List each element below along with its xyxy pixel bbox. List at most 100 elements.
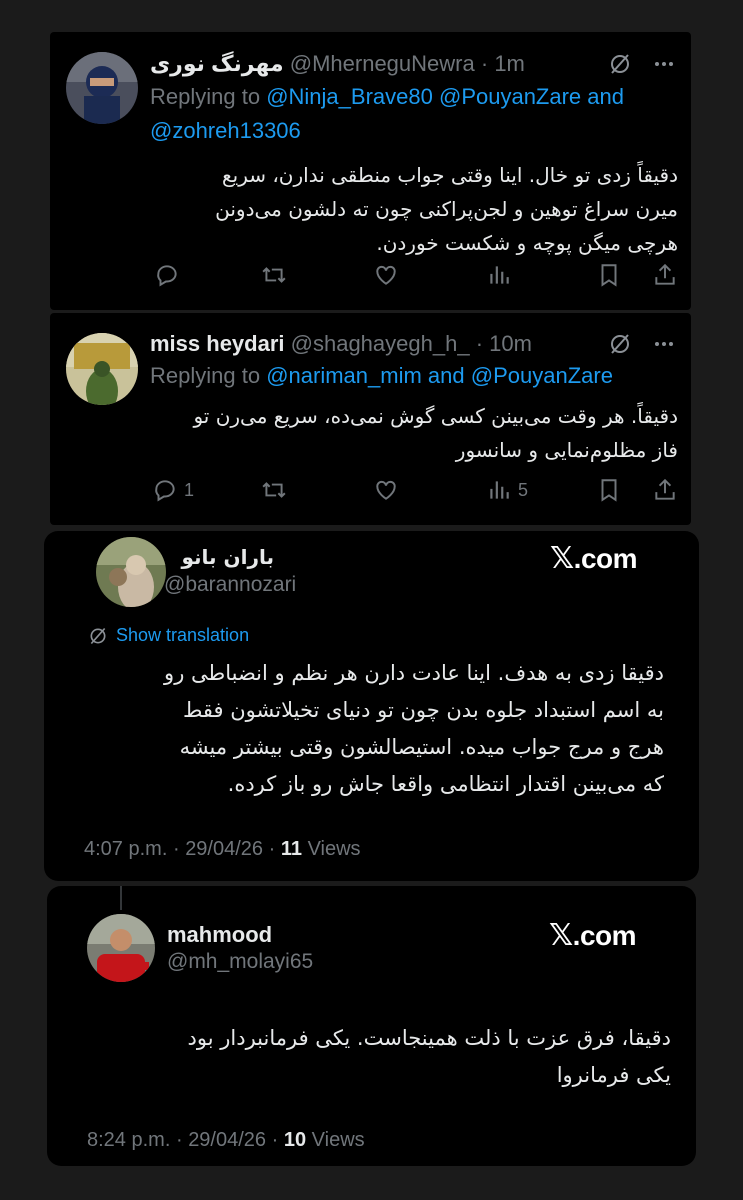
timestamp[interactable]: 1m xyxy=(494,51,525,76)
x-logo-icon: 𝕏 xyxy=(550,541,574,576)
post-time[interactable]: 4:07 p.m. xyxy=(84,838,167,860)
embed-card-1[interactable]: باران بانو @barannozari 𝕏.com Show trans… xyxy=(44,531,699,881)
like-icon xyxy=(376,265,396,285)
avatar[interactable] xyxy=(87,914,155,982)
text-line: یکی فرمانروا xyxy=(556,1063,671,1087)
reply-button[interactable]: 1 xyxy=(152,477,194,503)
mention[interactable]: @nariman_mim xyxy=(266,363,422,388)
handle[interactable]: @barannozari xyxy=(164,573,296,597)
tweet-top-icons xyxy=(608,52,676,81)
views-count: 5 xyxy=(518,479,529,500)
mention[interactable]: @Ninja_Brave80 xyxy=(266,84,433,109)
retweet-button[interactable] xyxy=(260,477,288,503)
separator-dot: · xyxy=(172,838,180,860)
handle[interactable]: @shaghayegh_h_ xyxy=(291,331,470,356)
separator-dot: · xyxy=(268,838,276,860)
more-icon[interactable] xyxy=(652,332,676,361)
tweet-text: دقیقاً زدی تو خال. اینا وقتی جواب منطقی … xyxy=(160,158,678,260)
retweet-button[interactable] xyxy=(260,262,288,288)
share-icon xyxy=(655,263,675,285)
mention[interactable]: @PouyanZare xyxy=(471,363,613,388)
text-line: به اسم استبداد جلوه بدن چون تو دنیای تخی… xyxy=(182,698,664,722)
and-label: and xyxy=(427,363,465,388)
like-icon xyxy=(376,480,396,500)
text-line: دقیقا، فرق عزت با ذلت همینجاست. یکی فرما… xyxy=(187,1026,671,1050)
tweet-top-icons xyxy=(608,332,676,361)
post-date[interactable]: 29/04/26 xyxy=(185,838,263,860)
text-line: هرچی میگن پوچه و شکست خوردن. xyxy=(376,231,678,255)
bookmark-icon xyxy=(601,264,617,287)
grok-icon[interactable] xyxy=(608,332,632,361)
display-name[interactable]: mahmood xyxy=(167,922,272,948)
separator-dot: · xyxy=(271,1129,279,1151)
text-line: دقیقاً زدی تو خال. اینا وقتی جواب منطقی … xyxy=(221,163,678,187)
display-name[interactable]: miss heydari xyxy=(150,331,285,356)
handle[interactable]: @mh_molayi65 xyxy=(167,950,313,974)
views-count: 11 xyxy=(280,838,302,860)
reply-count: 1 xyxy=(184,479,195,500)
tweet-header: miss heydari @shaghayegh_h_ · 10m xyxy=(150,330,532,358)
views-label: Views xyxy=(307,838,361,860)
separator-dot: · xyxy=(475,331,484,356)
share-button[interactable] xyxy=(652,477,678,503)
replying-label: Replying to xyxy=(150,84,261,109)
post-date[interactable]: 29/04/26 xyxy=(188,1129,266,1151)
bookmark-icon xyxy=(601,479,617,502)
display-name[interactable]: مهرنگ نوری xyxy=(150,51,284,76)
x-com-logo: 𝕏.com xyxy=(549,918,637,953)
text-line: هرج و مرج جواب میده. استیصالشون وقتی بیش… xyxy=(179,735,664,759)
timestamp[interactable]: 10m xyxy=(489,331,532,356)
reply-icon xyxy=(155,480,175,502)
logo-text: .com xyxy=(573,543,638,574)
views-button[interactable] xyxy=(486,262,512,288)
x-logo-icon: 𝕏 xyxy=(549,918,573,953)
bookmark-button[interactable] xyxy=(596,262,622,288)
tweet-text: دقیقا زدی به هدف. اینا عادت دارن هر نظم … xyxy=(88,655,664,803)
views-icon xyxy=(490,481,509,499)
text-line: میرن سراغ توهین و لجن‌پراکنی چون ته دلشو… xyxy=(215,197,678,221)
separator-dot: · xyxy=(175,1129,183,1151)
x-com-logo: 𝕏.com xyxy=(550,541,638,576)
text-line: که می‌بینن اقتدار انتظامی واقعا جاش رو ب… xyxy=(227,772,664,796)
share-icon xyxy=(655,478,675,500)
thread-line xyxy=(120,886,122,910)
tweet-meta: 8:24 p.m. · 29/04/26 · 10 Views xyxy=(87,1129,365,1152)
retweet-icon xyxy=(262,267,286,283)
text-line: دقیقا زدی به هدف. اینا عادت دارن هر نظم … xyxy=(164,661,664,685)
more-icon[interactable] xyxy=(652,52,676,81)
mention[interactable]: @PouyanZare xyxy=(439,84,581,109)
post-time[interactable]: 8:24 p.m. xyxy=(87,1129,170,1151)
reply-button[interactable] xyxy=(154,262,180,288)
translate-label[interactable]: Show translation xyxy=(116,625,249,646)
translate-icon xyxy=(90,627,106,644)
tweet-header: مهرنگ نوری @MherneguNewra · 1m xyxy=(150,50,525,78)
views-label: Views xyxy=(311,1129,365,1151)
separator-dot: · xyxy=(480,51,489,76)
replying-to: Replying to @nariman_mim and @PouyanZare xyxy=(150,359,690,393)
avatar[interactable] xyxy=(96,537,166,607)
mention[interactable]: @zohreh13306 xyxy=(150,118,301,143)
tweet-meta: 4:07 p.m. · 29/04/26 · 11 Views xyxy=(84,838,361,861)
tweet-card-2[interactable]: miss heydari @shaghayegh_h_ · 10m Replyi… xyxy=(50,313,691,525)
show-translation-link[interactable]: Show translation xyxy=(88,625,249,646)
views-count: 10 xyxy=(283,1129,307,1151)
share-button[interactable] xyxy=(652,262,678,288)
tweet-text: دقیقا، فرق عزت با ذلت همینجاست. یکی فرما… xyxy=(87,1020,671,1094)
embed-card-2[interactable]: mahmood @mh_molayi65 𝕏.com دقیقا، فرق عز… xyxy=(47,886,696,1166)
grok-icon[interactable] xyxy=(608,52,632,81)
handle[interactable]: @MherneguNewra xyxy=(290,51,475,76)
avatar[interactable] xyxy=(66,52,138,124)
avatar[interactable] xyxy=(66,333,138,405)
like-button[interactable] xyxy=(372,262,400,288)
and-label: and xyxy=(587,84,625,109)
replying-to: Replying to @Ninja_Brave80 @PouyanZare a… xyxy=(150,80,680,148)
replying-label: Replying to xyxy=(150,363,261,388)
bookmark-button[interactable] xyxy=(596,477,622,503)
like-button[interactable] xyxy=(372,477,400,503)
logo-text: .com xyxy=(572,920,637,951)
tweet-card-1[interactable]: مهرنگ نوری @MherneguNewra · 1m Replying … xyxy=(50,32,691,310)
reply-icon xyxy=(157,265,177,287)
text-line: دقیقاً. هر وقت می‌بینن کسی گوش نمی‌ده، س… xyxy=(193,404,678,428)
views-button[interactable]: 5 xyxy=(486,477,528,503)
display-name[interactable]: باران بانو xyxy=(164,545,275,569)
